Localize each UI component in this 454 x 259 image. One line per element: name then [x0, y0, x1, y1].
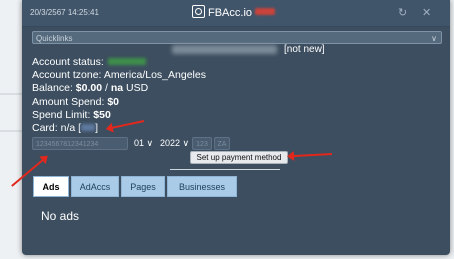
quicklinks-select[interactable]: Quicklinks ∨	[32, 31, 442, 44]
tab-adaccs[interactable]: AdAccs	[71, 176, 119, 197]
card-bracket-close: ]	[95, 122, 98, 134]
chevron-down-icon: ∨	[146, 138, 154, 148]
card-link-redacted[interactable]	[81, 124, 96, 131]
card-value: n/a	[60, 122, 76, 134]
timestamp: 20/3/2567 14:25:41	[30, 8, 99, 17]
account-status-row: Account status:	[32, 56, 146, 68]
chevron-down-icon: ∨	[182, 138, 190, 148]
account-tzone-row: Account tzone: America/Los_Angeles	[32, 69, 206, 81]
section-divider	[170, 169, 280, 170]
close-icon[interactable]: ✕	[422, 6, 431, 19]
refresh-icon[interactable]: ↻	[398, 6, 407, 19]
version-badge	[255, 8, 276, 15]
tab-businesses[interactable]: Businesses	[167, 176, 237, 197]
balance-row: Balance: $0.00 / na USD	[32, 82, 148, 94]
cvv-input[interactable]: 123	[192, 137, 212, 150]
balance-separator: /	[102, 82, 111, 94]
amount-spend-row: Amount Spend: $0	[32, 96, 119, 108]
expiry-year-select[interactable]: 2022 ∨	[160, 138, 189, 149]
zip-input[interactable]: ZA	[214, 137, 230, 150]
account-tzone-value: America/Los_Angeles	[103, 69, 206, 81]
background-divider	[0, 93, 22, 95]
account-status-redacted	[107, 58, 146, 65]
expiry-month-value: 01	[134, 138, 145, 148]
card-number-input[interactable]: 1234567812341234	[32, 137, 128, 150]
balance-value: $0.00	[75, 82, 103, 94]
quicklinks-select-value: Quicklinks	[36, 34, 73, 43]
spend-limit-label: Spend Limit:	[32, 109, 91, 121]
title-bar: 20/3/2567 14:25:41 FBAcc.io ↻ ✕	[22, 0, 450, 27]
amount-spend-label: Amount Spend:	[32, 96, 105, 108]
app-logo-icon	[192, 5, 205, 18]
empty-state-message: No ads	[41, 209, 80, 223]
background-divider	[0, 130, 22, 132]
zip-placeholder: ZA	[217, 141, 227, 148]
app-name: FBAcc.io	[208, 7, 253, 19]
cvv-placeholder: 123	[196, 141, 208, 148]
balance-currency: USD	[123, 82, 149, 94]
expiry-month-select[interactable]: 01 ∨	[134, 138, 153, 149]
account-tzone-label: Account tzone:	[32, 69, 102, 81]
card-number-placeholder: 1234567812341234	[36, 141, 99, 148]
amount-spend-value: $0	[107, 96, 119, 108]
fbacc-popup: 20/3/2567 14:25:41 FBAcc.io ↻ ✕ Quicklin…	[22, 0, 450, 255]
balance-na: na	[110, 82, 124, 94]
spend-limit-value: $50	[93, 109, 111, 121]
spend-limit-row: Spend Limit: $50	[32, 109, 111, 121]
account-name-redacted	[172, 45, 277, 54]
account-tag: [not new]	[284, 44, 325, 55]
account-status-label: Account status:	[32, 56, 104, 68]
setup-payment-button[interactable]: Set up payment method	[190, 151, 288, 164]
card-row: Card: n/a []	[32, 122, 98, 134]
tab-pages[interactable]: Pages	[121, 176, 165, 197]
balance-label: Balance:	[32, 82, 73, 94]
app-title: FBAcc.io	[192, 5, 276, 19]
tab-ads[interactable]: Ads	[33, 176, 69, 197]
card-label: Card:	[32, 122, 58, 134]
chevron-down-icon: ∨	[431, 34, 437, 43]
expiry-year-value: 2022	[160, 138, 181, 148]
